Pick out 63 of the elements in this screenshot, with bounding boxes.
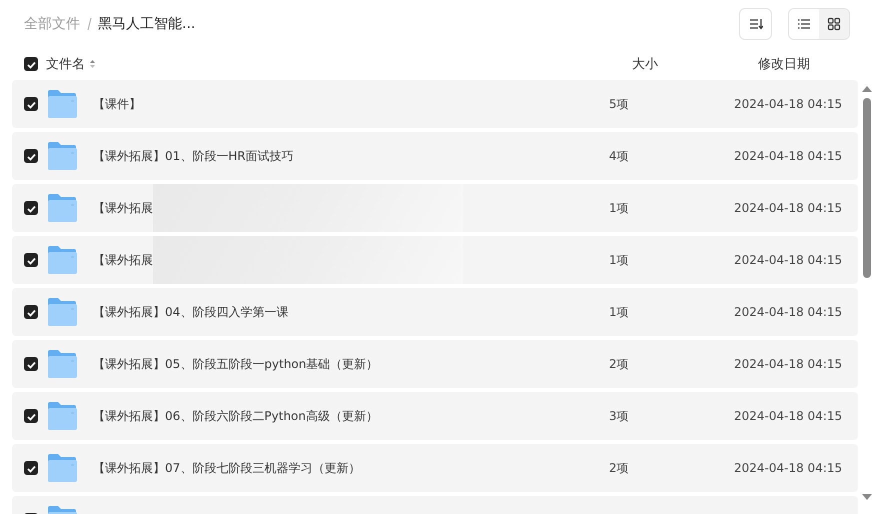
file-row[interactable]: 【课外拓展】07、阶段七阶段三机器学习（更新） 2项 2024-04-18 04:15 — [12, 444, 858, 492]
list-icon — [797, 17, 811, 31]
file-row[interactable]: 【课外拓展】06、阶段六阶段二Python高级（更新） 3项 2024-04-18 04:15 — [12, 392, 858, 440]
scroll-up-arrow-icon[interactable] — [862, 86, 872, 92]
checkbox[interactable] — [24, 305, 38, 319]
file-name[interactable]: 【课外拓展 — [93, 200, 153, 216]
checkbox[interactable] — [24, 253, 38, 267]
column-header[interactable]: 修改日期 — [758, 55, 810, 73]
checkbox[interactable] — [24, 97, 38, 111]
item-count: 1项 — [609, 252, 629, 268]
file-name[interactable]: 【课外拓展】07、阶段七阶段三机器学习（更新） — [93, 460, 360, 476]
grid-icon — [827, 17, 841, 31]
folder-icon — [47, 349, 78, 379]
folder-icon — [47, 297, 78, 327]
column-header[interactable]: 文件名 — [46, 55, 85, 73]
modified-date: 2024-04-18 04:15 — [734, 97, 842, 111]
sort-button[interactable] — [739, 8, 772, 40]
item-count: 3项 — [609, 408, 629, 424]
file-name[interactable]: 【课外拓展】04、阶段四入学第一课 — [93, 304, 288, 320]
file-row[interactable]: 【课外拓展】04、阶段四入学第一课 1项 2024-04-18 04:15 — [12, 288, 858, 336]
checkbox[interactable] — [24, 57, 38, 71]
file-row[interactable]: 【课外拓展 1项 2024-04-18 04:15 — [12, 184, 858, 232]
checkbox[interactable] — [24, 357, 38, 371]
file-row[interactable]: 【课件】 5项 2024-04-18 04:15 — [12, 80, 858, 128]
checkbox[interactable] — [24, 461, 38, 475]
file-name[interactable]: 【课外拓展】05、阶段五阶段一python基础（更新） — [93, 356, 378, 372]
sort-arrows-icon — [89, 59, 96, 69]
modified-date: 2024-04-18 04:15 — [734, 461, 842, 475]
folder-icon — [47, 89, 78, 119]
item-count: 4项 — [609, 148, 629, 164]
checkbox[interactable] — [24, 201, 38, 215]
file-name[interactable]: 【课外拓展】06、阶段六阶段二Python高级（更新） — [93, 408, 378, 424]
folder-icon — [47, 193, 78, 223]
file-row[interactable]: 【课外拓展】01、阶段一HR面试技巧 4项 2024-04-18 04:15 — [12, 132, 858, 180]
modified-date: 2024-04-18 04:15 — [734, 149, 842, 163]
sort-icon — [748, 17, 762, 31]
checkbox[interactable] — [24, 149, 38, 163]
folder-icon — [47, 245, 78, 275]
item-count: 1项 — [609, 200, 629, 216]
scroll-down-arrow-icon[interactable] — [862, 494, 872, 500]
file-name[interactable]: 【课件】 — [93, 96, 141, 112]
modified-date: 2024-04-18 04:15 — [734, 253, 842, 267]
scrollbar-thumb[interactable] — [863, 98, 871, 278]
file-row[interactable]: 【课外拓展】05、阶段五阶段一python基础（更新） 2项 2024-04-18 04:15 — [12, 340, 858, 388]
modified-date: 2024-04-18 04:15 — [734, 409, 842, 423]
modified-date: 2024-04-18 04:15 — [734, 357, 842, 371]
file-row[interactable]: 【课外拓展 1项 2024-04-18 04:15 — [12, 236, 858, 284]
list-view-button[interactable] — [789, 9, 819, 39]
item-count: 2项 — [609, 356, 629, 372]
folder-icon — [47, 141, 78, 171]
folder-icon — [47, 401, 78, 431]
breadcrumb-separator-icon — [86, 17, 92, 31]
column-header[interactable]: 大小 — [632, 55, 658, 73]
file-name[interactable]: 【课外拓展 — [93, 252, 153, 268]
item-count: 2项 — [609, 460, 629, 476]
item-count: 1项 — [609, 304, 629, 320]
item-count: 5项 — [609, 96, 629, 112]
folder-icon — [47, 453, 78, 483]
modified-date: 2024-04-18 04:15 — [734, 305, 842, 319]
file-name[interactable]: 【课外拓展】01、阶段一HR面试技巧 — [93, 148, 294, 164]
breadcrumb-link[interactable]: 黑马人工智能... — [98, 15, 196, 33]
checkbox[interactable] — [24, 409, 38, 423]
modified-date: 2024-04-18 04:15 — [734, 201, 842, 215]
